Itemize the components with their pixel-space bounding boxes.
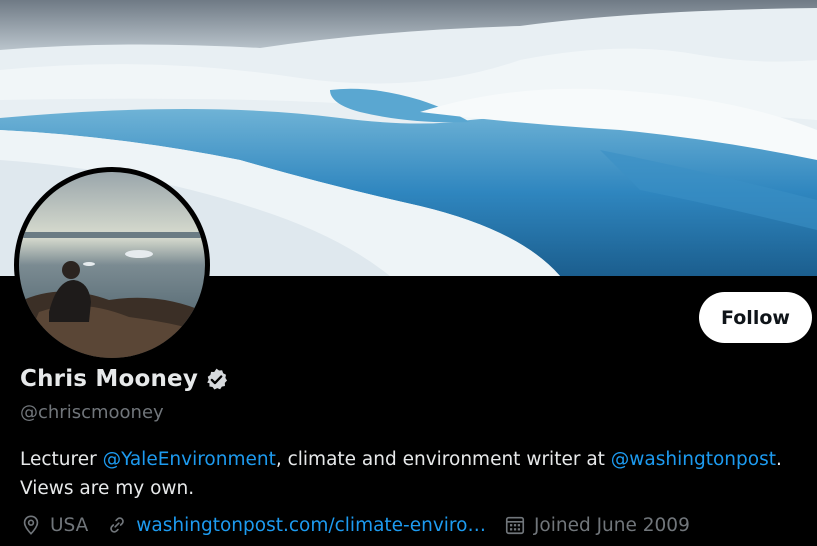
bio-mention-washingtonpost[interactable]: @washingtonpost <box>611 449 776 470</box>
profile-avatar[interactable] <box>14 167 210 363</box>
avatar-image <box>19 172 205 358</box>
website-link[interactable]: washingtonpost.com/climate-enviro… <box>136 515 486 536</box>
profile-meta: USA washingtonpost.com/climate-enviro… J… <box>20 514 708 536</box>
joined-item: Joined June 2009 <box>504 514 690 536</box>
calendar-icon <box>505 516 525 535</box>
display-name: Chris Mooney <box>20 366 199 392</box>
bio-mention-yaleenvironment[interactable]: @YaleEnvironment <box>103 449 276 470</box>
location-text: USA <box>50 514 89 536</box>
bio-text: , climate and environment writer at <box>275 449 611 470</box>
profile-bio: Lecturer @YaleEnvironment, climate and e… <box>20 445 805 503</box>
link-icon <box>110 517 125 533</box>
profile-handle: @chriscmooney <box>20 402 164 423</box>
joined-text: Joined June 2009 <box>533 514 690 536</box>
website-item[interactable]: washingtonpost.com/climate-enviro… <box>106 514 486 536</box>
follow-button[interactable]: Follow <box>699 292 812 343</box>
map-pin-icon <box>23 515 39 535</box>
verified-badge-icon[interactable] <box>204 367 229 392</box>
location-item: USA <box>20 514 88 536</box>
name-row: Chris Mooney <box>20 366 229 392</box>
bio-text: Lecturer <box>20 449 103 470</box>
